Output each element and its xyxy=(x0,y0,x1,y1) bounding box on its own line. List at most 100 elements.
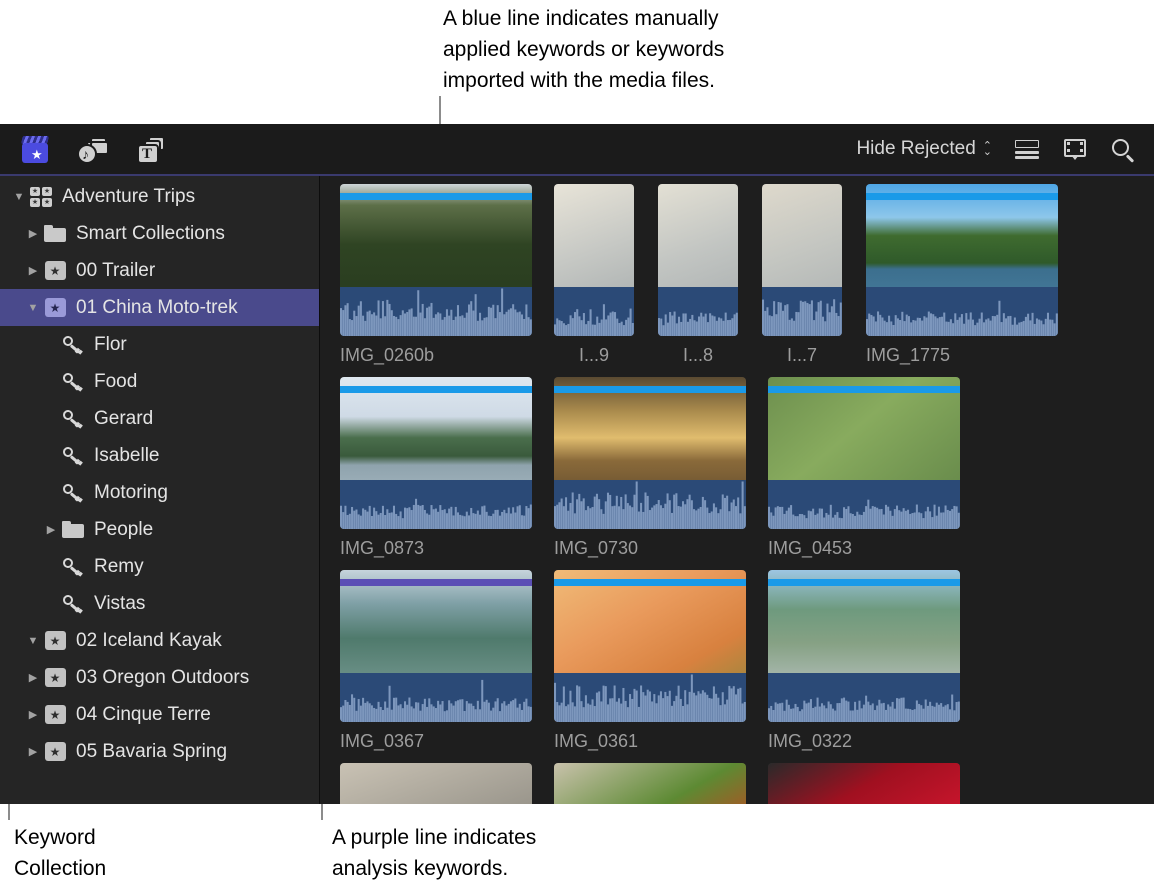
sidebar-item-icon xyxy=(60,484,86,502)
clip-thumbnail[interactable] xyxy=(554,763,746,804)
clip-thumbnail[interactable] xyxy=(768,570,960,722)
clip-thumbnail[interactable] xyxy=(762,184,842,336)
chevron-right-icon[interactable]: ▶ xyxy=(42,523,60,536)
clip-item[interactable]: IMG_0322 xyxy=(768,570,960,752)
filmstrip-perf xyxy=(1080,142,1083,145)
clip-scene-image xyxy=(340,763,532,804)
clip-item[interactable]: IMG_0367 xyxy=(340,570,532,752)
chevron-down-icon[interactable]: ▼ xyxy=(10,191,28,203)
keyword-key-icon xyxy=(62,595,84,613)
sidebar-item-02-iceland-kayak[interactable]: ▼★02 Iceland Kayak xyxy=(0,622,319,659)
libraries-sidebar[interactable]: ▼★★★★Adventure Trips▶Smart Collections▶★… xyxy=(0,176,320,804)
photos-audio-icon[interactable]: ♪ xyxy=(74,133,112,165)
search-icon[interactable] xyxy=(1110,137,1136,161)
clip-item[interactable] xyxy=(340,763,532,804)
clip-item[interactable] xyxy=(554,763,746,804)
sidebar-item-label: Motoring xyxy=(86,482,168,504)
clip-item[interactable] xyxy=(768,763,960,804)
clip-item[interactable]: IMG_0260b xyxy=(340,184,532,366)
clip-thumbnail[interactable] xyxy=(768,377,960,529)
clip-item[interactable]: I...7 xyxy=(762,184,842,366)
keyword-line-blue xyxy=(866,193,1058,200)
sidebar-item-vistas[interactable]: Vistas xyxy=(0,585,319,622)
list-view-line-1 xyxy=(1015,151,1039,154)
chevron-right-icon[interactable]: ▶ xyxy=(24,227,42,240)
clip-thumbnail[interactable] xyxy=(340,570,532,722)
clip-item[interactable]: I...9 xyxy=(554,184,634,366)
sidebar-item-motoring[interactable]: Motoring xyxy=(0,474,319,511)
sidebar-item-icon xyxy=(60,595,86,613)
clip-name: IMG_0361 xyxy=(554,731,746,752)
clip-item[interactable]: IMG_0730 xyxy=(554,377,746,559)
sidebar-item-label: Flor xyxy=(86,334,127,356)
clip-name: IMG_0453 xyxy=(768,538,960,559)
clip-item[interactable]: IMG_0873 xyxy=(340,377,532,559)
clip-browser[interactable]: IMG_0260b I...9 I...8 xyxy=(320,176,1154,804)
sidebar-item-icon: ★ xyxy=(42,742,68,761)
event-star-icon: ★ xyxy=(45,261,66,280)
sidebar-item-adventure-trips[interactable]: ▼★★★★Adventure Trips xyxy=(0,178,319,215)
clip-thumbnail[interactable] xyxy=(866,184,1058,336)
sidebar-item-01-china-moto-trek[interactable]: ▼★01 China Moto-trek xyxy=(0,289,319,326)
sidebar-item-gerard[interactable]: Gerard xyxy=(0,400,319,437)
sidebar-item-remy[interactable]: Remy xyxy=(0,548,319,585)
sidebar-item-icon xyxy=(60,410,86,428)
final-cut-pro-window: ★ ♪ T Hide Rejected xyxy=(0,124,1154,804)
filter-popup-label: Hide Rejected xyxy=(856,138,975,160)
clip-item[interactable]: IMG_0453 xyxy=(768,377,960,559)
sidebar-item-00-trailer[interactable]: ▶★00 Trailer xyxy=(0,252,319,289)
clip-item[interactable]: IMG_0361 xyxy=(554,570,746,752)
clip-thumbnail[interactable] xyxy=(658,184,738,336)
chevron-down-icon[interactable]: ▼ xyxy=(24,635,42,647)
chevron-right-icon[interactable]: ▶ xyxy=(24,745,42,758)
filmstrip-view-icon[interactable] xyxy=(1062,137,1088,161)
clip-thumbnail[interactable] xyxy=(340,763,532,804)
clip-item[interactable]: IMG_1775 xyxy=(866,184,1058,366)
sidebar-item-icon xyxy=(60,336,86,354)
event-star-icon: ★ xyxy=(45,631,66,650)
chevron-right-icon[interactable]: ▶ xyxy=(24,708,42,721)
clip-name: IMG_0367 xyxy=(340,731,532,752)
clip-thumbnail[interactable] xyxy=(554,377,746,529)
music-note-glyph: ♪ xyxy=(82,146,89,162)
clip-audio-waveform xyxy=(768,480,960,529)
sidebar-item-label: Adventure Trips xyxy=(54,186,195,208)
title-t-glyph: T xyxy=(142,146,152,162)
event-star-icon: ★ xyxy=(45,742,66,761)
titles-generators-icon[interactable]: T xyxy=(132,133,170,165)
clip-audio-waveform xyxy=(768,673,960,722)
sidebar-item-isabelle[interactable]: Isabelle xyxy=(0,437,319,474)
sidebar-item-03-oregon-outdoors[interactable]: ▶★03 Oregon Outdoors xyxy=(0,659,319,696)
clip-thumbnail[interactable] xyxy=(340,184,532,336)
sidebar-item-food[interactable]: Food xyxy=(0,363,319,400)
libraries-icon[interactable]: ★ xyxy=(16,133,54,165)
keyword-line-blue xyxy=(768,386,960,393)
sidebar-item-05-bavaria-spring[interactable]: ▶★05 Bavaria Spring xyxy=(0,733,319,770)
filter-popup-button[interactable]: Hide Rejected ⌃⌄ xyxy=(856,138,992,160)
clip-audio-waveform xyxy=(554,480,746,529)
sidebar-item-people[interactable]: ▶People xyxy=(0,511,319,548)
keyword-line-blue xyxy=(768,579,960,586)
clip-thumbnail[interactable] xyxy=(768,763,960,804)
keyword-key-icon xyxy=(62,558,84,576)
sidebar-item-icon xyxy=(60,558,86,576)
clip-thumbnail[interactable] xyxy=(340,377,532,529)
sidebar-item-smart-collections[interactable]: ▶Smart Collections xyxy=(0,215,319,252)
sidebar-item-icon xyxy=(60,373,86,391)
chevron-down-icon[interactable]: ▼ xyxy=(24,302,42,314)
callout-keyword-collection: Keyword Collection xyxy=(14,822,214,884)
chevron-updown-icon: ⌃⌄ xyxy=(983,143,992,155)
browser-toolbar: ★ ♪ T Hide Rejected xyxy=(0,124,1154,176)
list-view-icon[interactable] xyxy=(1014,137,1040,161)
clip-thumbnail[interactable] xyxy=(554,184,634,336)
sidebar-item-04-cinque-terre[interactable]: ▶★04 Cinque Terre xyxy=(0,696,319,733)
filmstrip-perf xyxy=(1067,142,1070,145)
chevron-right-icon[interactable]: ▶ xyxy=(24,671,42,684)
sidebar-item-label: Gerard xyxy=(86,408,153,430)
clip-item[interactable]: I...8 xyxy=(658,184,738,366)
keyword-line-blue xyxy=(554,579,746,586)
clip-thumbnail[interactable] xyxy=(554,570,746,722)
sidebar-item-label: 02 Iceland Kayak xyxy=(68,630,222,652)
chevron-right-icon[interactable]: ▶ xyxy=(24,264,42,277)
sidebar-item-flor[interactable]: Flor xyxy=(0,326,319,363)
